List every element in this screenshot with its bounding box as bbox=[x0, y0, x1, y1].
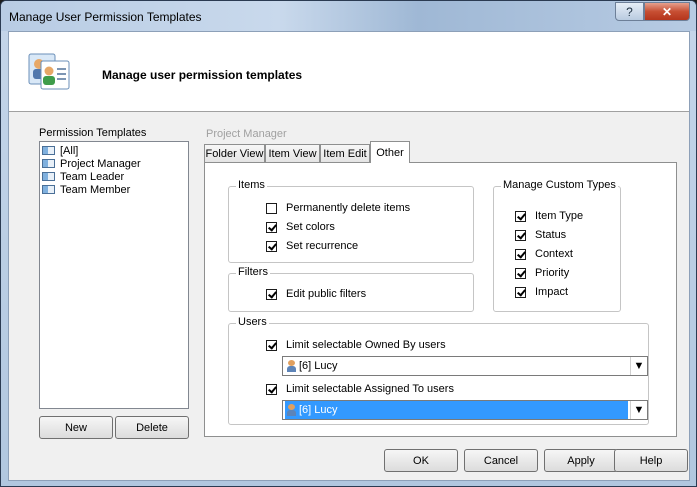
help-icon[interactable]: ? bbox=[615, 2, 644, 21]
close-icon[interactable]: ✕ bbox=[644, 2, 690, 21]
tab-folder-view[interactable]: Folder View bbox=[204, 144, 265, 162]
filters-group: Filters Edit public filters bbox=[228, 266, 474, 312]
permanently-delete-checkbox[interactable]: Permanently delete items bbox=[266, 202, 410, 214]
dialog-client-area: Manage user permission templates Permiss… bbox=[8, 31, 690, 481]
ok-button[interactable]: OK bbox=[384, 449, 458, 472]
title-bar[interactable]: Manage User Permission Templates ? ✕ bbox=[1, 1, 696, 31]
header-banner: Manage user permission templates bbox=[9, 32, 689, 112]
list-item[interactable]: Team Leader bbox=[40, 170, 188, 183]
tab-item-view[interactable]: Item View bbox=[265, 144, 320, 162]
checkbox-box bbox=[515, 267, 526, 279]
checkbox-box bbox=[266, 383, 277, 395]
delete-button[interactable]: Delete bbox=[115, 416, 189, 439]
checkbox-box bbox=[266, 288, 277, 300]
impact-checkbox[interactable]: Impact bbox=[515, 286, 568, 298]
limit-assigned-to-checkbox[interactable]: Limit selectable Assigned To users bbox=[266, 383, 454, 395]
custom-types-group: Manage Custom Types Item Type Status Con… bbox=[493, 179, 621, 312]
custom-types-group-title: Manage Custom Types bbox=[501, 179, 618, 191]
user-icon bbox=[287, 360, 296, 372]
set-colors-checkbox[interactable]: Set colors bbox=[266, 221, 335, 233]
tab-other[interactable]: Other bbox=[370, 141, 410, 163]
priority-checkbox[interactable]: Priority bbox=[515, 267, 569, 279]
context-checkbox[interactable]: Context bbox=[515, 248, 573, 260]
users-card-icon bbox=[28, 53, 70, 90]
item-type-checkbox[interactable]: Item Type bbox=[515, 210, 583, 222]
header-title: Manage user permission templates bbox=[102, 68, 303, 82]
template-icon bbox=[42, 172, 55, 181]
checkbox-box bbox=[266, 339, 277, 351]
users-group-title: Users bbox=[236, 316, 269, 328]
chevron-down-icon[interactable]: ▼ bbox=[630, 357, 647, 375]
checkbox-box bbox=[266, 240, 277, 252]
users-group: Users Limit selectable Owned By users [6… bbox=[228, 316, 649, 425]
items-group: Items Permanently delete items Set color… bbox=[228, 179, 474, 263]
list-item[interactable]: [All] bbox=[40, 144, 188, 157]
status-checkbox[interactable]: Status bbox=[515, 229, 566, 241]
user-icon bbox=[287, 404, 296, 416]
checkbox-box bbox=[515, 210, 526, 222]
cancel-button[interactable]: Cancel bbox=[464, 449, 538, 472]
owned-by-dropdown[interactable]: [6] Lucy ▼ bbox=[282, 356, 648, 376]
help-button[interactable]: Help bbox=[614, 449, 688, 472]
items-group-title: Items bbox=[236, 179, 267, 191]
template-icon bbox=[42, 146, 55, 155]
template-icon bbox=[42, 185, 55, 194]
set-recurrence-checkbox[interactable]: Set recurrence bbox=[266, 240, 358, 252]
dialog-window: Manage User Permission Templates ? ✕ Man… bbox=[0, 0, 697, 487]
checkbox-box bbox=[266, 202, 277, 214]
filters-group-title: Filters bbox=[236, 266, 270, 278]
checkbox-box bbox=[515, 286, 526, 298]
window-title: Manage User Permission Templates bbox=[9, 10, 202, 24]
checkbox-box bbox=[515, 248, 526, 260]
templates-label: Permission Templates bbox=[39, 127, 147, 139]
tab-item-edit[interactable]: Item Edit bbox=[320, 144, 370, 162]
apply-button[interactable]: Apply bbox=[544, 449, 618, 472]
list-item[interactable]: Project Manager bbox=[40, 157, 188, 170]
list-item[interactable]: Team Member bbox=[40, 183, 188, 196]
chevron-down-icon[interactable]: ▼ bbox=[630, 401, 647, 419]
limit-owned-by-checkbox[interactable]: Limit selectable Owned By users bbox=[266, 339, 446, 351]
assigned-to-dropdown[interactable]: [6] Lucy ▼ bbox=[282, 400, 648, 420]
tab-panel-other: Items Permanently delete items Set color… bbox=[204, 162, 677, 437]
selected-template-label: Project Manager bbox=[206, 128, 287, 140]
checkbox-box bbox=[266, 221, 277, 233]
edit-public-filters-checkbox[interactable]: Edit public filters bbox=[266, 288, 366, 300]
checkbox-box bbox=[515, 229, 526, 241]
new-button[interactable]: New bbox=[39, 416, 113, 439]
template-icon bbox=[42, 159, 55, 168]
templates-listbox[interactable]: [All] Project Manager Team Leader Team M… bbox=[39, 141, 189, 409]
